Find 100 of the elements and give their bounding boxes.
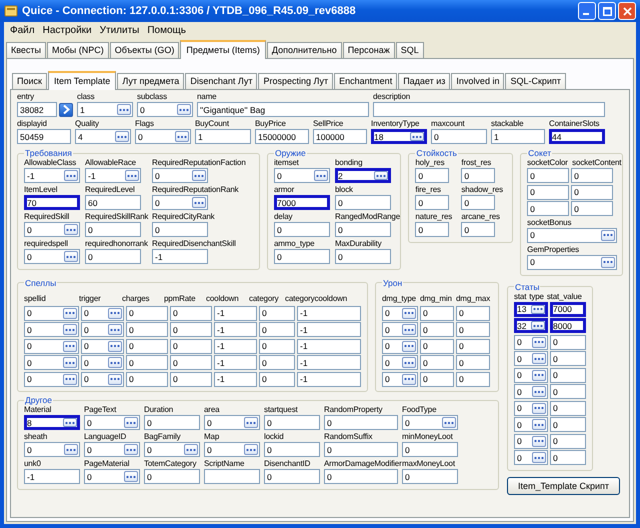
lookup-button[interactable] (63, 357, 77, 368)
tab[interactable]: Падает из (398, 73, 450, 89)
input-field[interactable]: 0 (456, 306, 490, 320)
input-field[interactable]: 13 (514, 302, 548, 316)
input-field[interactable]: -1 (152, 249, 208, 264)
input-field[interactable]: 0 (571, 201, 614, 216)
tab[interactable]: Объекты (GO) (110, 42, 180, 58)
input-field[interactable]: 32 (514, 318, 548, 333)
input-field[interactable]: 0 (144, 469, 200, 484)
lookup-button[interactable] (64, 224, 78, 235)
input-field[interactable]: 0 (334, 249, 391, 264)
input-field[interactable]: 0 (461, 195, 496, 210)
input-field[interactable]: 0 (382, 355, 418, 370)
input-field[interactable]: 0 (527, 254, 618, 270)
input-field[interactable]: 0 (24, 355, 79, 370)
input-field[interactable]: 0 (514, 368, 548, 382)
input-field[interactable]: 70 (24, 195, 80, 210)
tab[interactable]: Предметы (Items) (180, 40, 266, 59)
menu-item[interactable]: Утилиты (100, 24, 140, 36)
input-field[interactable]: 0 (550, 384, 586, 399)
input-field[interactable]: 0 (415, 168, 450, 183)
lookup-button[interactable] (402, 324, 416, 335)
input-field[interactable]: 0 (126, 372, 168, 386)
input-field[interactable] (204, 469, 260, 484)
input-field[interactable]: 0 (126, 355, 168, 370)
lookup-button[interactable] (601, 256, 616, 268)
lookup-button[interactable] (63, 308, 77, 318)
input-field[interactable]: 0 (382, 338, 418, 354)
input-field[interactable]: 0 (274, 168, 330, 183)
input-field[interactable]: 0 (550, 417, 586, 432)
input-field[interactable]: -1 (214, 306, 257, 320)
input-field[interactable]: 18 (371, 129, 427, 144)
input-field[interactable]: 0 (550, 334, 586, 350)
input-field[interactable]: ''Gigantique'' Bag (197, 102, 369, 117)
tab[interactable]: Disenchant Лут (185, 73, 258, 89)
input-field[interactable]: 0 (144, 442, 200, 457)
input-field[interactable]: 0 (259, 338, 295, 354)
input-field[interactable]: 0 (324, 442, 398, 457)
input-field[interactable]: 0 (204, 415, 260, 430)
input-field[interactable]: 0 (550, 450, 586, 465)
input-field[interactable]: 0 (135, 129, 191, 144)
lookup-button[interactable] (125, 170, 139, 181)
input-field[interactable]: 0 (24, 338, 79, 354)
lookup-button[interactable] (532, 336, 546, 348)
input-field[interactable]: 0 (204, 442, 260, 457)
lookup-button[interactable] (532, 370, 546, 380)
input-field[interactable]: 0 (24, 222, 80, 237)
input-field[interactable]: 0 (456, 322, 490, 337)
input-field[interactable]: 0 (382, 306, 418, 320)
input-field[interactable]: 0 (259, 306, 295, 320)
lookup-button[interactable] (532, 386, 546, 397)
lookup-button[interactable] (63, 374, 77, 384)
lookup-button[interactable] (124, 471, 138, 482)
input-field[interactable]: 0 (550, 434, 586, 448)
input-field[interactable]: -1 (214, 355, 257, 370)
lookup-button[interactable] (374, 171, 388, 180)
input-field[interactable]: 0 (24, 249, 80, 264)
maximize-button[interactable] (598, 2, 616, 20)
lookup-button[interactable] (108, 357, 122, 368)
input-field[interactable]: 0 (382, 372, 418, 386)
input-field[interactable]: 0 (259, 372, 295, 386)
input-field[interactable]: 0 (571, 184, 614, 200)
go-button[interactable] (59, 102, 73, 116)
input-field[interactable]: 0 (152, 195, 208, 210)
input-field[interactable]: 1 (491, 129, 545, 144)
lookup-button[interactable] (64, 170, 78, 181)
input-field[interactable] (373, 102, 605, 117)
input-field[interactable]: 0 (324, 469, 398, 484)
input-field[interactable]: 0 (514, 434, 548, 448)
input-field[interactable]: 0 (415, 222, 450, 237)
input-field[interactable]: 0 (420, 322, 454, 337)
input-field[interactable]: 15000000 (255, 129, 309, 144)
input-field[interactable]: 0 (264, 469, 320, 484)
close-button[interactable] (618, 2, 636, 20)
lookup-button[interactable] (184, 444, 198, 455)
tab[interactable]: Поиск (12, 73, 47, 89)
lookup-button[interactable] (108, 374, 122, 384)
lookup-button[interactable] (532, 402, 546, 414)
input-field[interactable]: 0 (456, 355, 490, 370)
lookup-button[interactable] (192, 197, 206, 208)
input-field[interactable]: -1 (214, 372, 257, 386)
input-field[interactable]: 0 (126, 306, 168, 320)
input-field[interactable]: 1 (77, 102, 133, 117)
input-field[interactable]: -1 (297, 306, 361, 320)
input-field[interactable]: 0 (456, 338, 490, 354)
input-field[interactable]: 0 (420, 306, 454, 320)
input-field[interactable]: 0 (527, 228, 618, 242)
input-field[interactable]: 0 (514, 450, 548, 465)
lookup-button[interactable] (175, 131, 189, 142)
input-field[interactable]: 0 (420, 372, 454, 386)
input-field[interactable]: 1 (195, 129, 251, 144)
tab[interactable]: Involved in (451, 73, 504, 89)
input-field[interactable]: 0 (264, 442, 320, 457)
menu-item[interactable]: Помощь (147, 24, 186, 36)
input-field[interactable]: 0 (259, 355, 295, 370)
lookup-button[interactable] (64, 251, 78, 262)
input-field[interactable]: 0 (170, 322, 212, 337)
input-field[interactable]: 0 (170, 372, 212, 386)
input-field[interactable]: 0 (274, 249, 330, 264)
input-field[interactable]: -1 (214, 322, 257, 337)
